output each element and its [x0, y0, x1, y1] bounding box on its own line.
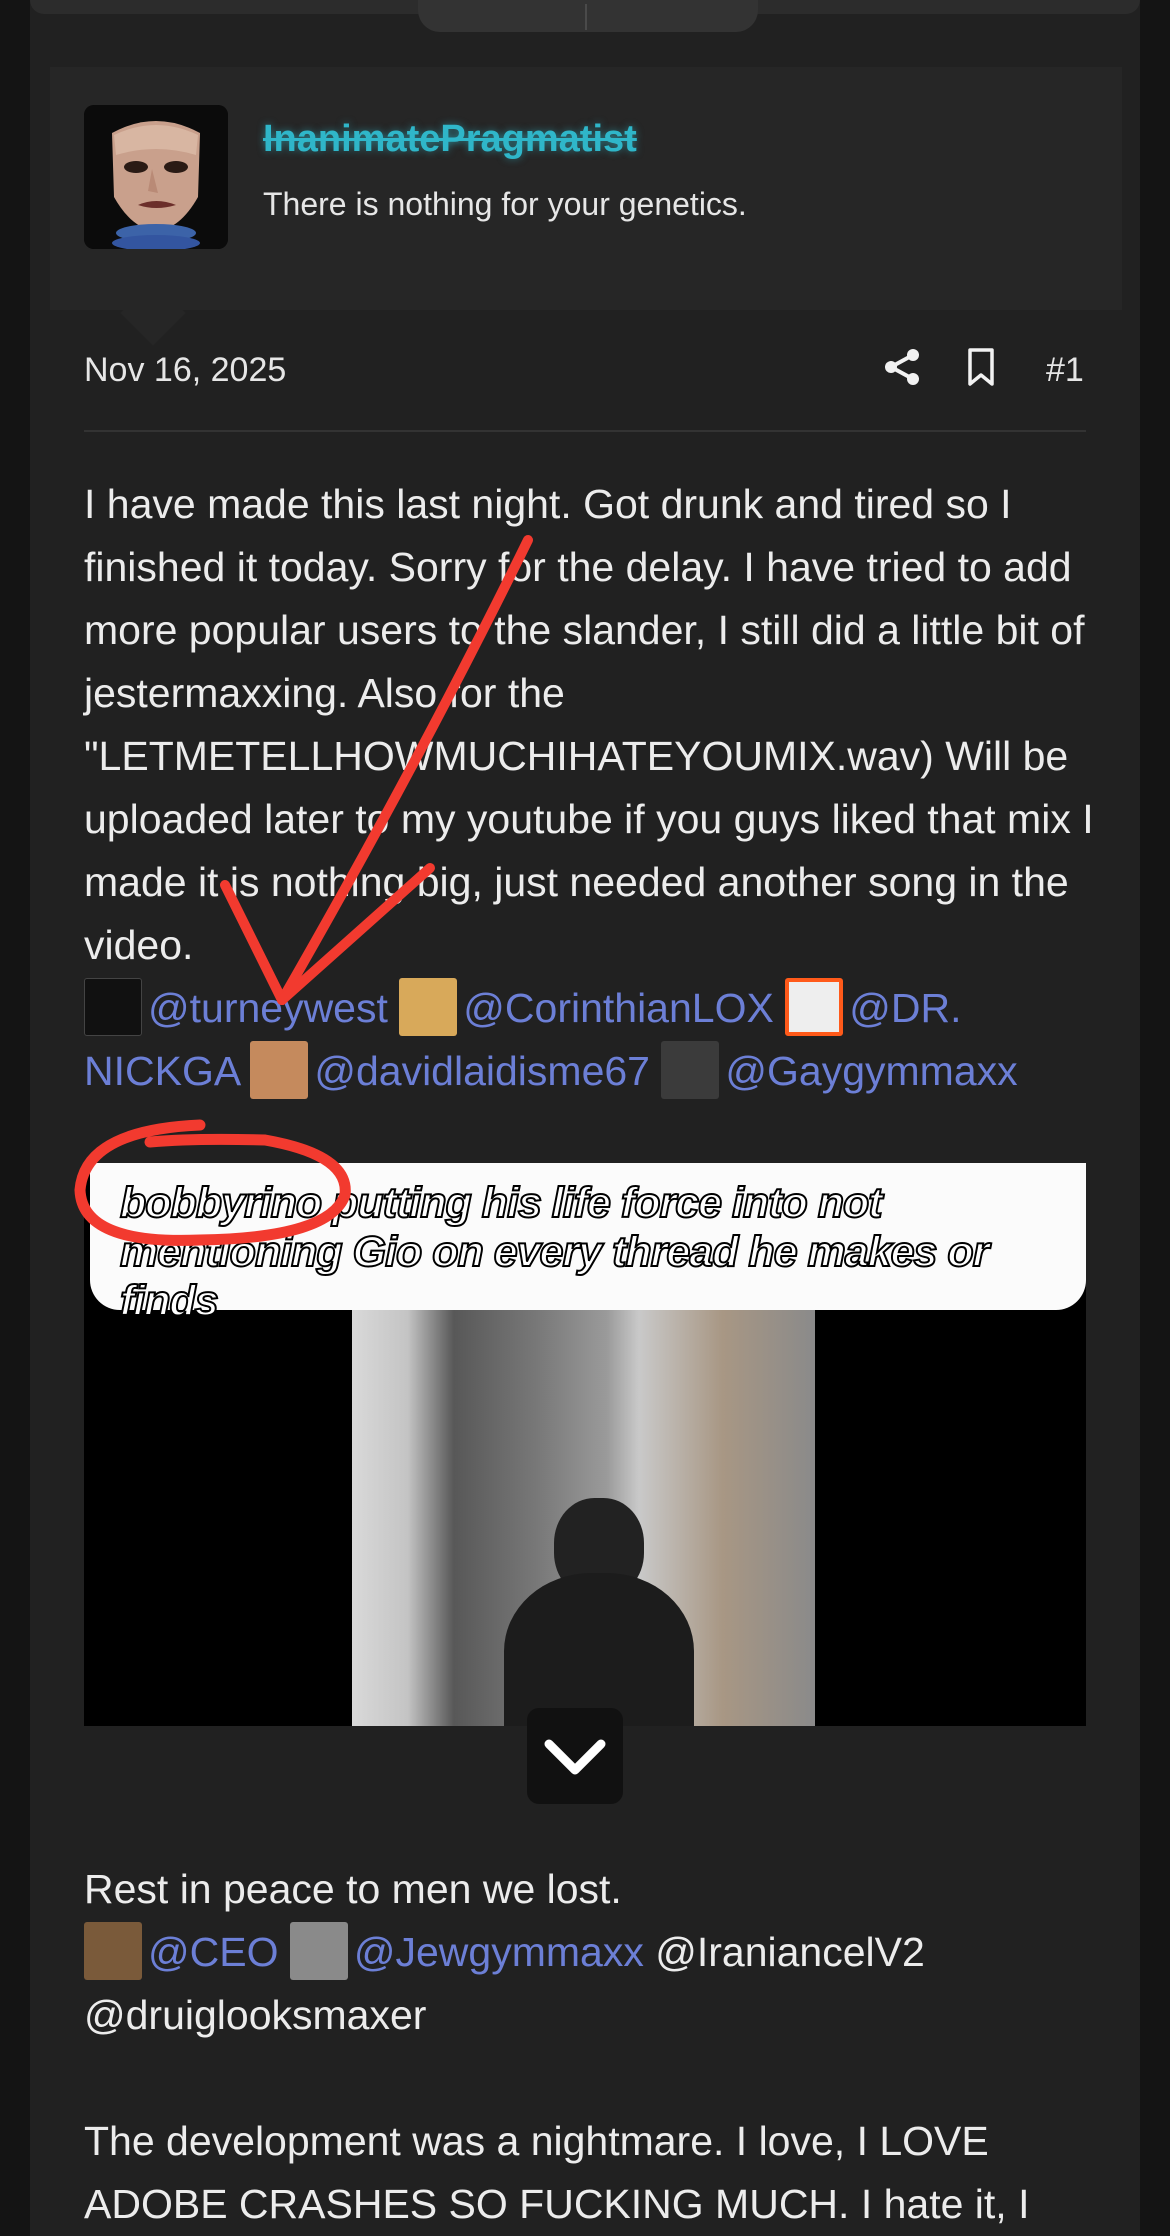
mention-link[interactable]: @CEO [148, 1929, 278, 1975]
mention-avatar [250, 1041, 309, 1099]
post-paragraph-2: Rest in peace to men we lost. [84, 1866, 622, 1912]
post-meta-row: Nov 16, 2025 #1 [84, 345, 1086, 395]
username[interactable]: InanimatePragmatist [263, 118, 637, 161]
mention-plain: @IraniancelV2 [655, 1929, 925, 1975]
mention-avatar [399, 978, 458, 1036]
mention-avatar [661, 1041, 720, 1099]
meta-divider [84, 430, 1086, 432]
tab-divider [585, 4, 587, 30]
bookmark-icon[interactable] [962, 347, 1000, 387]
post-paragraph-1: I have made this last night. Got drunk a… [84, 481, 1094, 968]
mention-link[interactable]: @turneywest [148, 985, 388, 1031]
mention-avatar [289, 1922, 348, 1980]
post-paragraph-3: The development was a nightmare. I love,… [84, 2118, 1030, 2227]
mask-avatar-image [84, 105, 228, 249]
mention-avatar [84, 978, 142, 1036]
top-tab-control[interactable] [418, 0, 758, 32]
mention-link[interactable]: @Jewgymmaxx [354, 1929, 644, 1975]
post-date[interactable]: Nov 16, 2025 [84, 351, 286, 390]
avatar[interactable] [84, 105, 228, 249]
mention-avatar [84, 1922, 142, 1980]
mention-plain: @druiglooksmaxer [84, 1992, 427, 2038]
video-caption: bobbyrino putting his life force into no… [119, 1178, 990, 1326]
post-number[interactable]: #1 [1046, 351, 1084, 390]
mentions-block-1: @turneywest @CorinthianLOX @DR. NICKGA @… [84, 977, 1094, 1103]
mention-link[interactable]: @Gaygymmaxx [725, 1048, 1017, 1094]
mention-link[interactable]: @davidlaidisme67 [314, 1048, 650, 1094]
embedded-video[interactable]: bobbyrino putting his life force into no… [84, 1163, 1086, 1726]
chevron-down-icon[interactable] [527, 1708, 623, 1804]
video-figure-body [504, 1573, 694, 1726]
user-title: There is nothing for your genetics. [263, 186, 747, 222]
mentions-block-2: @CEO @Jewgymmaxx @IraniancelV2 @druigloo… [84, 1921, 1094, 2047]
mention-avatar [785, 978, 844, 1036]
share-icon[interactable] [882, 347, 922, 387]
mention-link[interactable]: @CorinthianLOX [463, 985, 774, 1031]
